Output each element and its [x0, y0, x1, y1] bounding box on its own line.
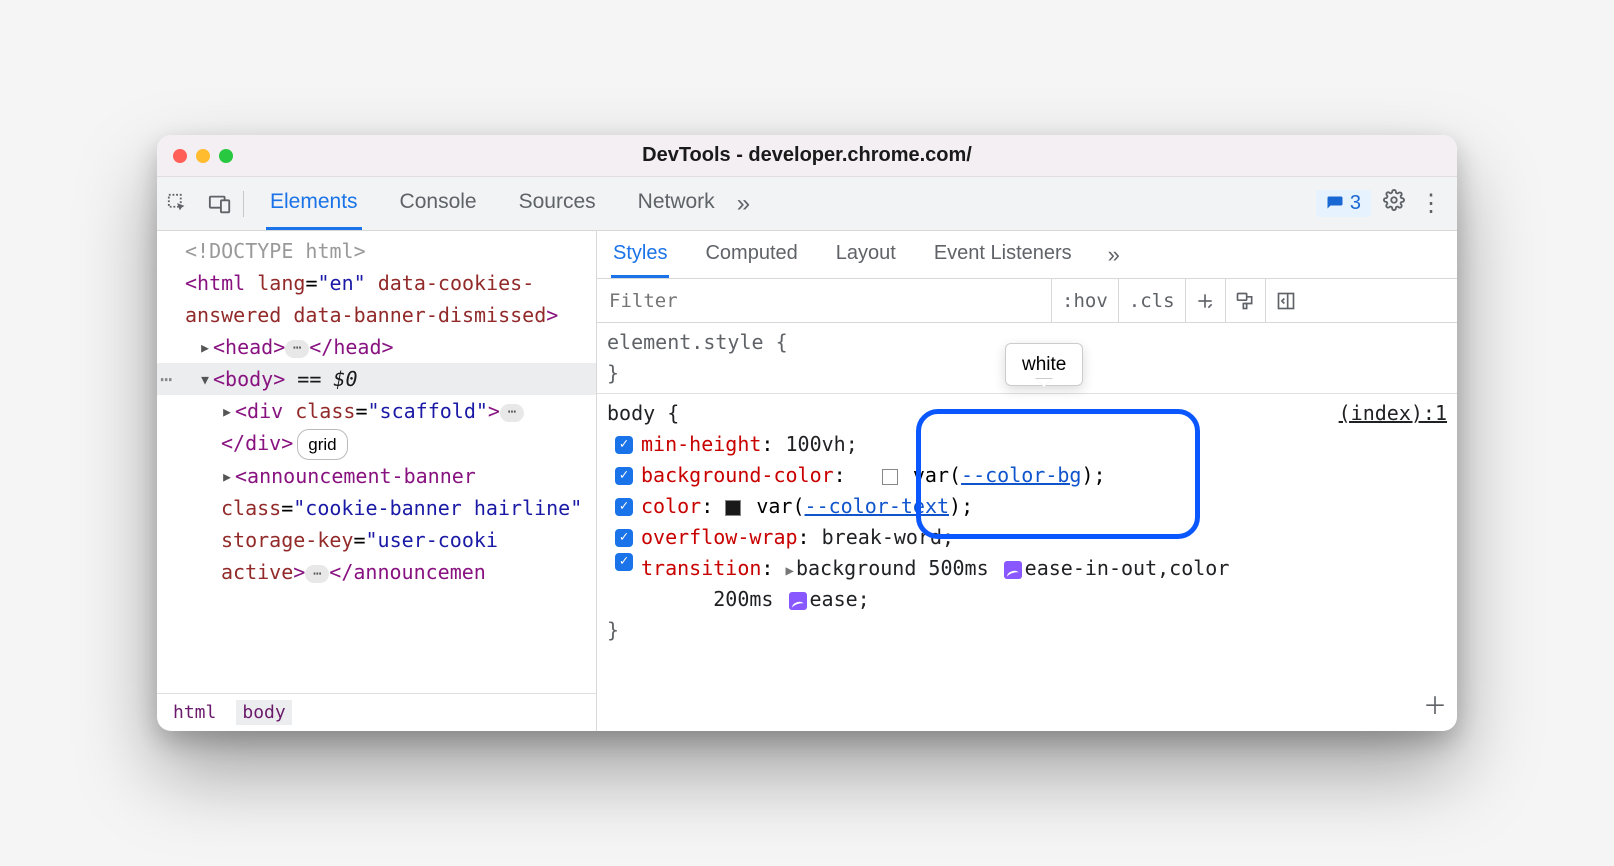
window-title: DevTools - developer.chrome.com/ — [157, 144, 1457, 167]
tree-line-doctype[interactable]: <!DOCTYPE html> — [157, 235, 596, 267]
issues-badge[interactable]: 3 — [1316, 190, 1371, 217]
devtools-window: DevTools - developer.chrome.com/ Element… — [157, 135, 1457, 731]
easing-icon[interactable] — [1004, 561, 1022, 579]
crumb-body[interactable]: body — [236, 700, 291, 725]
tab-console[interactable]: Console — [396, 177, 481, 230]
sub-tab-event-listeners[interactable]: Event Listeners — [932, 231, 1074, 278]
dom-tree[interactable]: <!DOCTYPE html> <html lang="en" data-coo… — [157, 231, 596, 693]
computed-panel-toggle-icon[interactable] — [1266, 279, 1306, 322]
color-swatch-icon[interactable] — [882, 469, 898, 485]
styles-sub-tabs: Styles Computed Layout Event Listeners » — [597, 231, 1457, 279]
tree-line-head[interactable]: ▸<head>⋯</head> — [157, 331, 596, 363]
cls-toggle-button[interactable]: .cls — [1119, 279, 1186, 322]
sub-tab-computed[interactable]: Computed — [703, 231, 799, 278]
expand-triangle-icon[interactable]: ▶ — [786, 563, 794, 579]
paint-icon[interactable] — [1226, 279, 1266, 322]
source-link[interactable]: (index):1 — [1339, 398, 1447, 429]
grid-badge[interactable]: grid — [297, 429, 347, 460]
ellipsis-icon[interactable]: ⋯ — [500, 404, 524, 422]
window-controls — [157, 149, 249, 163]
css-var-link[interactable]: --color-bg — [961, 463, 1081, 487]
checkbox-icon[interactable]: ✓ — [615, 529, 633, 547]
prop-min-height[interactable]: ✓ min-height: 100vh; — [607, 429, 1447, 460]
tree-line-announcement[interactable]: ▸<announcement-banner class="cookie-bann… — [157, 460, 596, 588]
tree-line-scaffold[interactable]: ▸<div class="scaffold">⋯</div>grid — [157, 395, 596, 460]
more-tabs-chevron-icon[interactable]: » — [737, 190, 750, 218]
color-swatch-icon[interactable] — [725, 500, 741, 516]
filter-row: :hov .cls — [597, 279, 1457, 323]
sub-tab-layout[interactable]: Layout — [834, 231, 898, 278]
checkbox-icon[interactable]: ✓ — [615, 553, 633, 571]
more-sub-tabs-chevron-icon[interactable]: » — [1108, 242, 1120, 268]
issues-count: 3 — [1350, 192, 1361, 215]
minimize-window-button[interactable] — [196, 149, 210, 163]
device-toggle-icon[interactable] — [199, 183, 241, 225]
close-window-button[interactable] — [173, 149, 187, 163]
brace-close: } — [607, 615, 1447, 646]
panel-tabs: Elements Console Sources Network — [250, 177, 719, 230]
tab-sources[interactable]: Sources — [515, 177, 600, 230]
more-menu-kebab-icon[interactable]: ⋮ — [1419, 189, 1443, 218]
ellipsis-icon[interactable]: ⋯ — [285, 340, 309, 358]
css-var-link[interactable]: --color-text — [805, 494, 950, 518]
style-rules[interactable]: element.style { } (index):1 body { ✓ min… — [597, 323, 1457, 731]
titlebar: DevTools - developer.chrome.com/ — [157, 135, 1457, 177]
crumb-html[interactable]: html — [167, 700, 222, 725]
checkbox-icon[interactable]: ✓ — [615, 498, 633, 516]
main-content: <!DOCTYPE html> <html lang="en" data-coo… — [157, 231, 1457, 731]
prop-transition[interactable]: ✓ transition: ▶background 500ms ease-in-… — [607, 553, 1447, 615]
tab-elements[interactable]: Elements — [266, 177, 362, 230]
breadcrumb: html body — [157, 693, 596, 731]
prop-color[interactable]: ✓ color: var(--color-text); — [607, 491, 1447, 522]
new-style-rule-icon[interactable] — [1186, 279, 1226, 322]
add-rule-plus-icon[interactable]: ＋ — [1423, 688, 1447, 725]
css-var-tooltip: white — [1005, 343, 1083, 386]
easing-icon[interactable] — [789, 592, 807, 610]
body-selector[interactable]: body { — [607, 401, 679, 425]
tree-line-html[interactable]: <html lang="en" data-cookies-answered da… — [157, 267, 596, 331]
settings-gear-icon[interactable] — [1383, 189, 1405, 218]
prop-overflow-wrap[interactable]: ✓ overflow-wrap: break-word; — [607, 522, 1447, 553]
dom-tree-panel: <!DOCTYPE html> <html lang="en" data-coo… — [157, 231, 597, 731]
tab-network[interactable]: Network — [634, 177, 719, 230]
toolbar-separator — [243, 191, 244, 217]
checkbox-icon[interactable]: ✓ — [615, 467, 633, 485]
hov-toggle-button[interactable]: :hov — [1052, 279, 1119, 322]
sub-tab-styles[interactable]: Styles — [611, 231, 669, 278]
tree-line-body-selected[interactable]: ▾<body> == $0 — [157, 363, 596, 395]
checkbox-icon[interactable]: ✓ — [615, 436, 633, 454]
styles-filter-input[interactable] — [597, 279, 1052, 322]
maximize-window-button[interactable] — [219, 149, 233, 163]
styles-panel: Styles Computed Layout Event Listeners »… — [597, 231, 1457, 731]
ellipsis-icon[interactable]: ⋯ — [305, 565, 329, 583]
main-toolbar: Elements Console Sources Network » 3 ⋮ — [157, 177, 1457, 231]
tooltip-text: white — [1022, 354, 1066, 375]
prop-background-color[interactable]: ✓ background-color: var(--color-bg); — [607, 460, 1447, 491]
inspect-icon[interactable] — [157, 183, 199, 225]
